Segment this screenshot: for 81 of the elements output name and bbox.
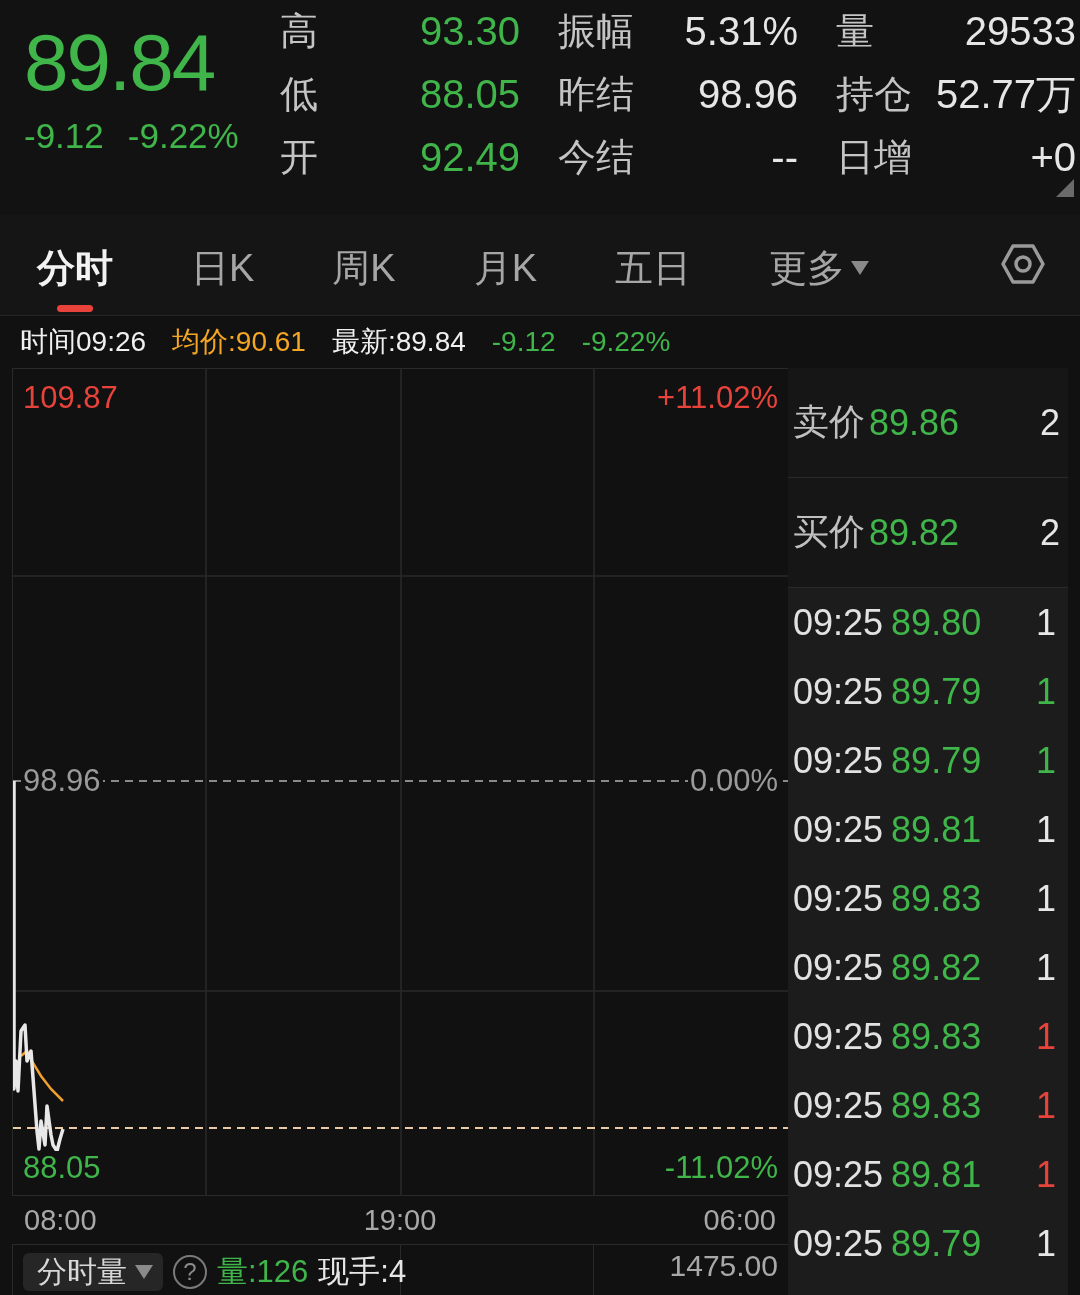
info-text: 最新:89.84	[331, 325, 466, 359]
trade-volume: 1	[1035, 877, 1056, 920]
stat-value: 88.05	[419, 72, 520, 117]
stat-label: 日增	[836, 135, 912, 180]
stat-value: 29533	[964, 9, 1076, 54]
trade-volume: 1	[1035, 946, 1056, 989]
trade-time: 09:25	[793, 808, 884, 851]
volume-text: 量:126	[217, 1253, 309, 1291]
quote-volume: 2	[1039, 401, 1060, 444]
quote-label: 卖价	[793, 400, 865, 444]
trade-price: 89.81	[891, 1153, 982, 1196]
trade-time: 09:25	[793, 877, 884, 920]
chart-tab[interactable]: 五日	[615, 246, 692, 312]
settings-icon[interactable]	[1000, 242, 1046, 285]
price-change: -9.12	[24, 116, 104, 156]
time-axis-label: 19:00	[363, 1203, 437, 1237]
trade-price: 89.81	[891, 808, 982, 851]
time-axis-label: 08:00	[24, 1203, 97, 1237]
stat-label: 持仓	[836, 72, 912, 117]
info-text: 均价:90.61	[172, 325, 306, 359]
trade-time: 09:25	[793, 670, 884, 713]
caret-icon	[135, 1265, 153, 1279]
time-axis-label: 06:00	[703, 1203, 776, 1237]
trade-volume: 1	[1035, 670, 1056, 713]
caret-icon	[851, 261, 870, 275]
quote-volume: 2	[1039, 511, 1060, 554]
trade-time: 09:25	[793, 1222, 884, 1265]
volume-scale-label: 1475.00	[669, 1249, 778, 1283]
trade-price: 89.79	[891, 1222, 982, 1265]
quote-price: 89.86	[869, 401, 960, 444]
stat-label: 高	[280, 9, 318, 54]
info-text: -9.12	[491, 326, 556, 358]
info-text: -9.22%	[581, 326, 671, 358]
trade-volume: 1	[1035, 1153, 1056, 1196]
trade-volume: 1	[1035, 1084, 1056, 1127]
stat-label: 昨结	[558, 72, 634, 117]
stat-value: 93.30	[419, 9, 520, 54]
chart-tab[interactable]: 分时	[37, 246, 113, 312]
trade-time: 09:25	[793, 601, 884, 644]
trade-volume: 1	[1035, 739, 1056, 782]
chart-tab[interactable]: 日K	[191, 246, 255, 312]
trade-price: 89.80	[891, 601, 982, 644]
stat-label: 振幅	[558, 9, 634, 54]
stat-label: 今结	[558, 135, 634, 180]
volume-dropdown[interactable]: 分时量	[23, 1253, 163, 1291]
stat-value: +0	[1030, 135, 1076, 180]
stat-label: 低	[280, 72, 318, 117]
trade-time: 09:25	[793, 946, 884, 989]
last-price: 89.84	[24, 22, 215, 104]
trade-volume: 1	[1035, 808, 1056, 851]
trade-volume: 1	[1035, 1015, 1056, 1058]
trade-time: 09:25	[793, 739, 884, 782]
trade-price: 89.82	[891, 946, 982, 989]
stat-value: 5.31%	[684, 9, 798, 54]
trade-price: 89.79	[891, 739, 982, 782]
trade-price: 89.83	[891, 1084, 982, 1127]
percent-change: -9.22%	[127, 116, 239, 156]
trade-price: 89.83	[891, 1015, 982, 1058]
help-button[interactable]: ?	[173, 1255, 207, 1289]
chart-tab[interactable]: 更多	[769, 246, 870, 312]
trade-volume: 1	[1035, 1222, 1056, 1265]
average-price-line	[20, 1049, 64, 1102]
info-text: 时间09:26	[20, 325, 147, 359]
current-hand-text: 现手:4	[318, 1253, 407, 1291]
stat-value: 52.77万	[935, 71, 1076, 118]
quote-price: 89.82	[869, 511, 960, 554]
stat-value: --	[771, 135, 798, 180]
trade-price: 89.79	[891, 670, 982, 713]
corner-triangle-icon[interactable]	[1056, 179, 1074, 197]
stat-value: 92.49	[419, 135, 520, 180]
trade-time: 09:25	[793, 1015, 884, 1058]
quote-label: 买价	[793, 510, 865, 554]
stat-label: 开	[280, 135, 318, 180]
chart-tab[interactable]: 周K	[332, 246, 396, 312]
trade-time: 09:25	[793, 1084, 884, 1127]
trade-price: 89.83	[891, 877, 982, 920]
stat-label: 量	[836, 9, 874, 54]
trade-time: 09:25	[793, 1153, 884, 1196]
trade-volume: 1	[1035, 601, 1056, 644]
chart-tab[interactable]: 月K	[473, 246, 538, 312]
stat-value: 98.96	[697, 72, 798, 117]
